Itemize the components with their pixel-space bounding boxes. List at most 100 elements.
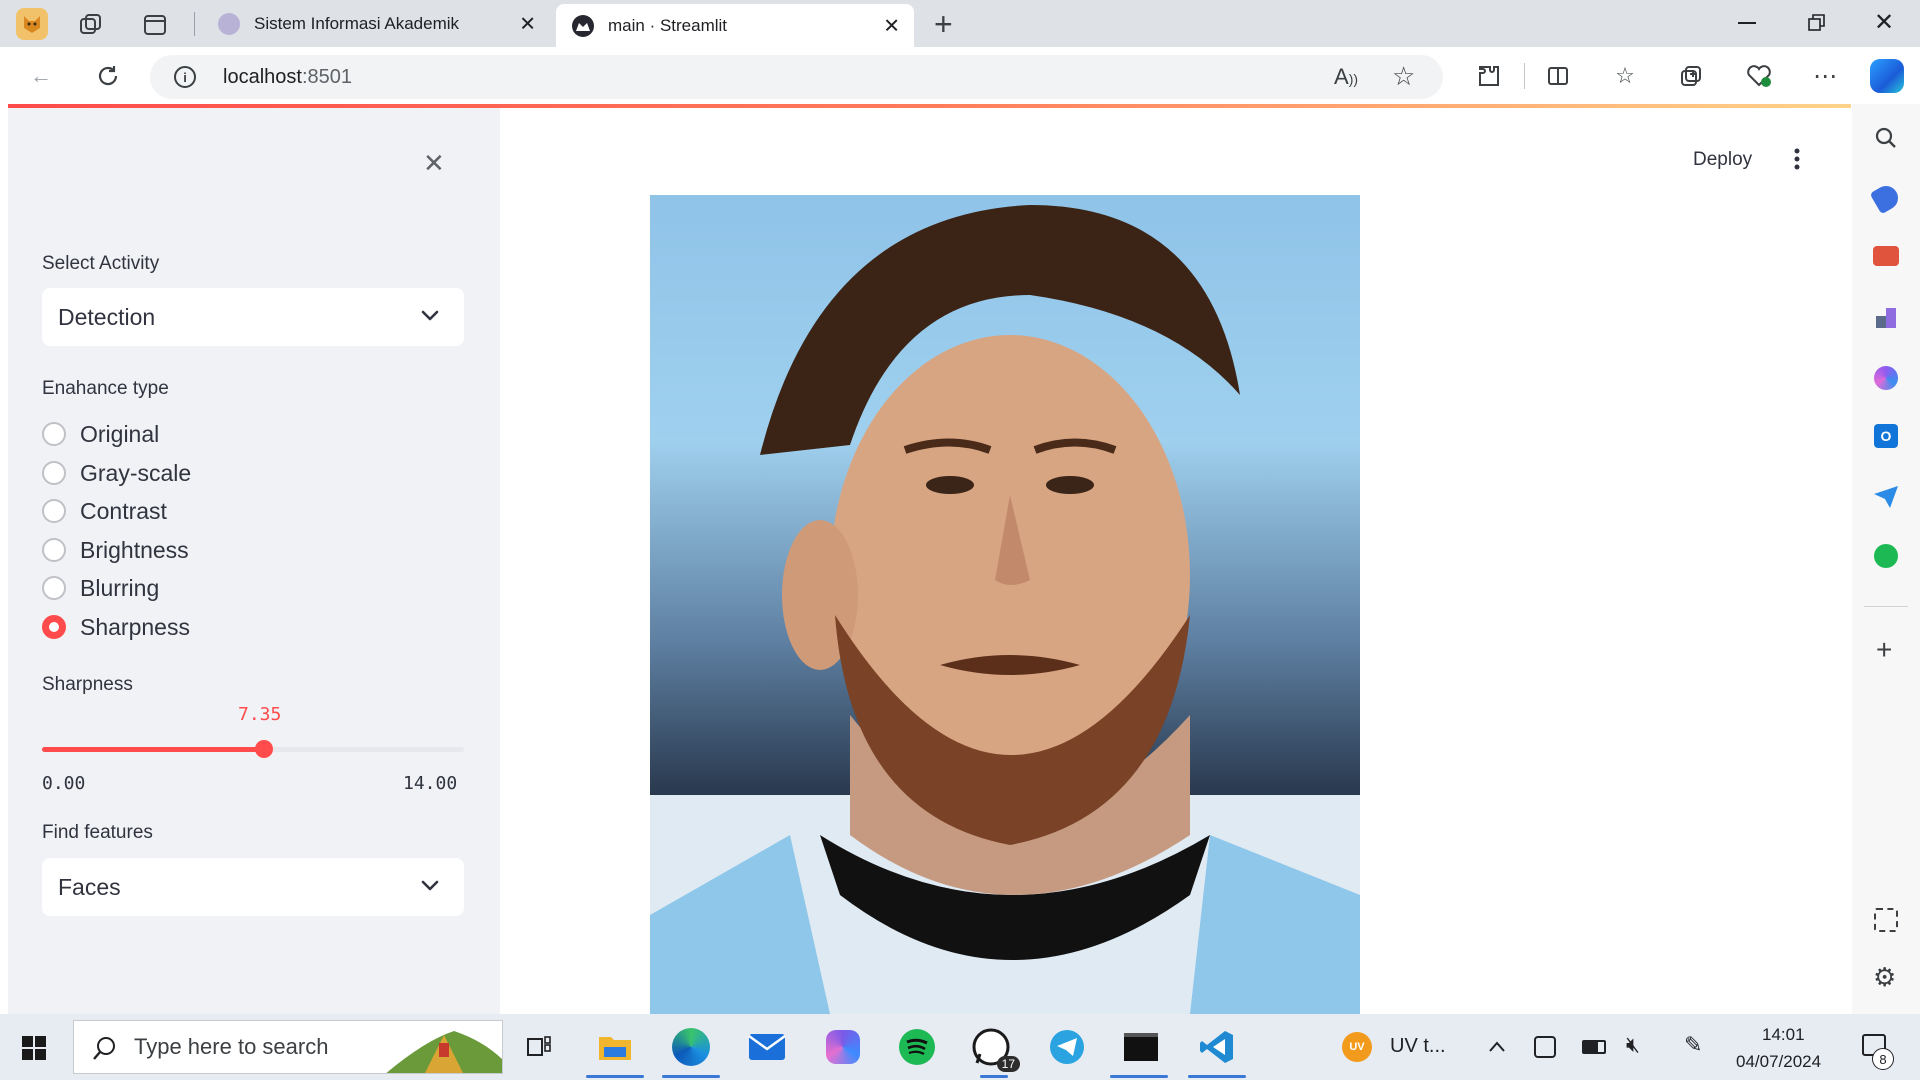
app-menu-icon[interactable] (1790, 144, 1804, 174)
find-features-label: Find features (42, 822, 153, 843)
spotify-icon[interactable] (1874, 544, 1898, 568)
tab-divider (194, 12, 195, 36)
radio-gray-scale[interactable]: Gray-scale (42, 458, 191, 488)
chevron-up-icon[interactable] (1486, 1036, 1508, 1058)
radio-label: Brightness (80, 536, 189, 563)
radio-circle[interactable] (42, 538, 66, 562)
radio-contrast[interactable]: Contrast (42, 496, 167, 526)
windows-taskbar: Type here to search 17 UV UV t... 🔇︎ ✎ 1… (0, 1014, 1920, 1080)
windows-start-icon[interactable] (22, 1036, 46, 1060)
terminal-icon[interactable] (1120, 1026, 1162, 1068)
new-tab-icon[interactable]: + (934, 6, 953, 43)
radio-brightness[interactable]: Brightness (42, 535, 189, 565)
features-select-value: Faces (58, 873, 121, 900)
telegram-icon[interactable] (1046, 1026, 1088, 1068)
tray-app-label[interactable]: UV t... (1390, 1035, 1446, 1058)
close-icon[interactable]: ✕ (519, 11, 536, 36)
extensions-icon[interactable] (1474, 61, 1504, 91)
collections-icon[interactable] (1676, 61, 1706, 91)
active-indicator (1188, 1075, 1246, 1078)
tray-app-initials: UV (1349, 1041, 1365, 1053)
slider-min-label: 0.00 (42, 773, 86, 794)
tools-icon[interactable] (1873, 246, 1899, 266)
radio-blurring[interactable]: Blurring (42, 573, 159, 603)
close-icon[interactable]: ✕ (883, 13, 900, 38)
active-indicator (980, 1075, 1008, 1078)
read-aloud-icon[interactable]: A)) (1334, 64, 1358, 90)
edge-sidebar: O + ⚙ (1852, 104, 1920, 1014)
vscode-icon[interactable] (1196, 1026, 1238, 1068)
workspaces-icon[interactable] (78, 12, 104, 38)
outlook-icon[interactable]: O (1874, 424, 1898, 448)
portrait-image (650, 195, 1360, 1014)
activity-select[interactable]: Detection (42, 288, 464, 346)
reload-icon[interactable] (93, 61, 123, 91)
more-menu-icon[interactable]: ⋯ (1810, 61, 1840, 91)
radio-circle[interactable] (42, 461, 66, 485)
sharpness-value: 7.35 (238, 704, 282, 725)
volume-muted-icon[interactable]: 🔇︎ (1626, 1032, 1640, 1058)
sharpness-slider[interactable] (42, 738, 464, 762)
browser-essentials-icon[interactable] (1744, 61, 1774, 91)
copilot-icon[interactable] (1870, 59, 1904, 93)
search-icon (92, 1035, 118, 1061)
favorites-icon[interactable]: ☆ (1610, 61, 1640, 91)
tab-sistem-informasi[interactable]: Sistem Informasi Akademik ✕ (200, 0, 550, 47)
active-indicator (1110, 1075, 1168, 1078)
restore-icon[interactable] (1808, 14, 1826, 32)
copilot-app-icon[interactable] (822, 1026, 864, 1068)
spotify-app-icon[interactable] (896, 1026, 938, 1068)
radio-label: Sharpness (80, 613, 190, 640)
favorite-star-icon[interactable]: ☆ (1392, 61, 1415, 92)
screenshot-icon[interactable] (1874, 908, 1898, 932)
address-bar[interactable]: i localhost:8501 A)) ☆ (150, 55, 1443, 99)
notification-badge: 8 (1872, 1048, 1894, 1070)
active-indicator (586, 1075, 644, 1078)
radio-circle-selected[interactable] (42, 615, 66, 639)
activity-select-value: Detection (58, 303, 156, 330)
taskbar-search-box[interactable]: Type here to search (73, 1020, 503, 1074)
streamlit-main: Deploy (500, 108, 1851, 1014)
profile-avatar-icon[interactable] (16, 8, 48, 40)
close-sidebar-icon[interactable]: ✕ (423, 148, 445, 179)
tray-app-icon[interactable]: UV (1342, 1032, 1372, 1062)
settings-gear-icon[interactable]: ⚙ (1873, 962, 1896, 993)
add-icon[interactable]: + (1876, 634, 1892, 666)
send-icon[interactable] (1874, 486, 1898, 508)
radio-circle[interactable] (42, 422, 66, 446)
tab-actions-icon[interactable] (142, 12, 168, 38)
games-icon[interactable] (1874, 304, 1898, 330)
features-select[interactable]: Faces (42, 858, 464, 916)
active-indicator (662, 1075, 720, 1078)
whatsapp-icon[interactable]: 17 (970, 1026, 1020, 1072)
chevron-down-icon (421, 880, 439, 891)
clock-time[interactable]: 14:01 (1762, 1025, 1805, 1045)
split-screen-icon[interactable] (1543, 61, 1573, 91)
battery-icon[interactable] (1582, 1040, 1606, 1054)
radio-circle[interactable] (42, 499, 66, 523)
pen-icon[interactable]: ✎ (1684, 1032, 1702, 1058)
deploy-button[interactable]: Deploy (1693, 149, 1752, 171)
slider-thumb[interactable] (254, 740, 273, 758)
mail-icon[interactable] (746, 1026, 788, 1068)
site-info-icon[interactable]: i (174, 66, 196, 88)
sharpness-label: Sharpness (42, 674, 133, 695)
clock-date[interactable]: 04/07/2024 (1736, 1052, 1821, 1072)
shopping-tag-icon[interactable] (1869, 181, 1903, 215)
edge-browser-icon[interactable] (670, 1026, 712, 1068)
slider-max-label: 14.00 (403, 773, 458, 794)
meet-now-icon[interactable] (1534, 1036, 1556, 1058)
file-explorer-icon[interactable] (594, 1026, 636, 1068)
back-arrow-icon[interactable]: ← (26, 61, 56, 91)
tab-streamlit[interactable]: main · Streamlit ✕ (556, 4, 914, 47)
enhance-type-label: Enahance type (42, 378, 169, 399)
radio-label: Contrast (80, 497, 167, 524)
radio-circle[interactable] (42, 576, 66, 600)
microsoft365-icon[interactable] (1874, 366, 1898, 390)
task-view-icon[interactable] (526, 1035, 552, 1059)
close-window-icon[interactable]: ✕ (1874, 8, 1894, 37)
radio-original[interactable]: Original (42, 419, 159, 449)
radio-sharpness[interactable]: Sharpness (42, 612, 190, 642)
minimize-icon[interactable] (1738, 22, 1756, 24)
search-icon[interactable] (1874, 126, 1898, 150)
